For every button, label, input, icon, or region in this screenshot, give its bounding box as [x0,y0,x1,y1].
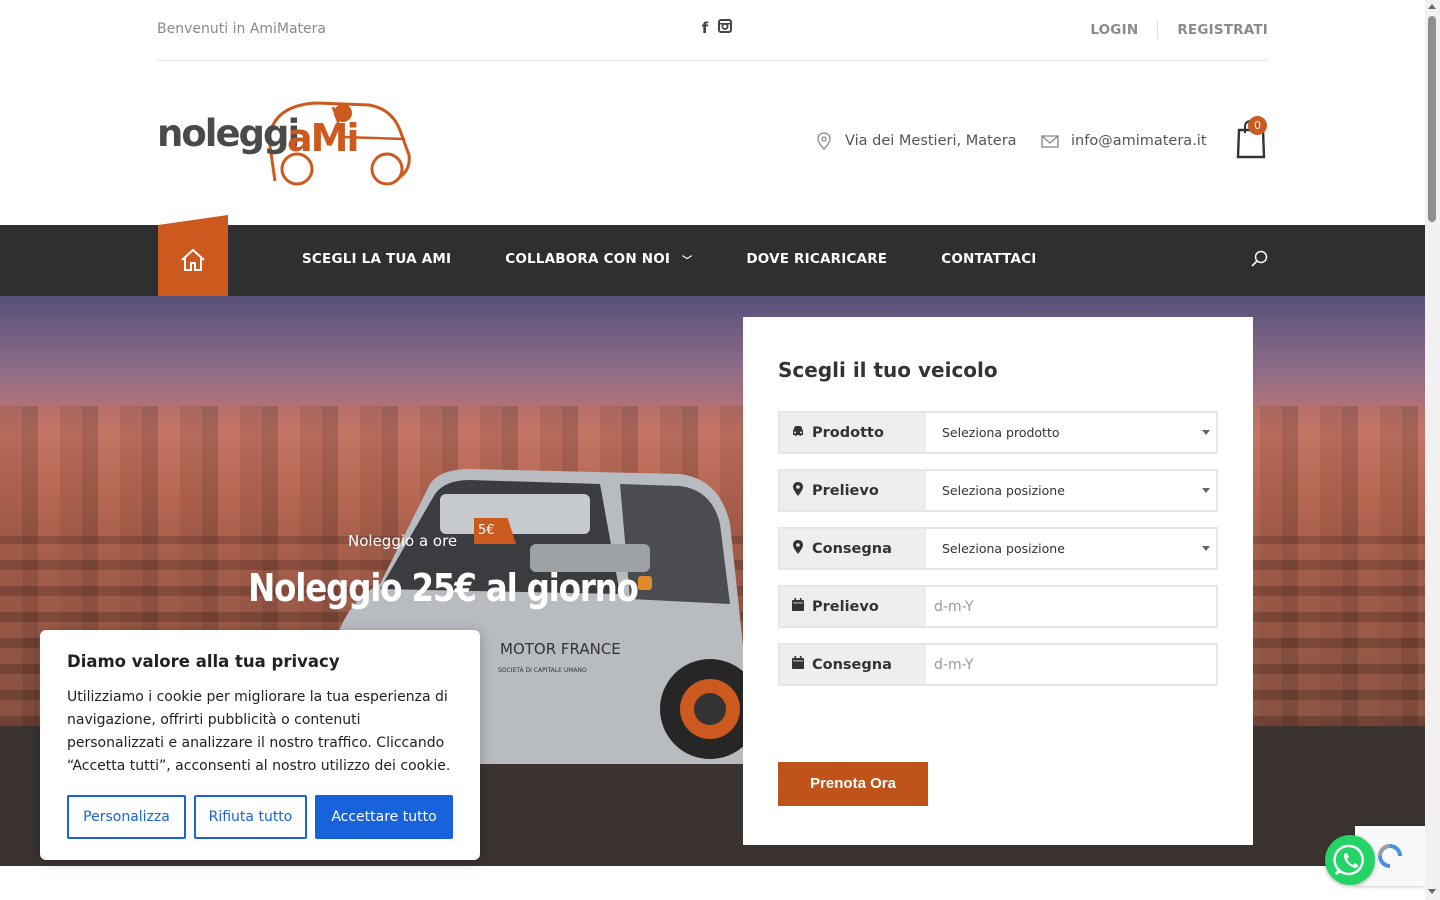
field-label: Prelievo [780,471,926,510]
home-button[interactable] [158,215,228,304]
car-brand-text: MOTOR FRANCE [500,640,621,658]
nav-item-collabora[interactable]: COLLABORA CON NOI ﹀ [505,251,692,267]
hero-subtitle: Noleggio a ore [348,532,458,550]
car-sub-text: SOCIETÀ DI CAPITALE UMANO [498,667,587,674]
divider [1157,21,1159,39]
field-label-text: Prodotto [812,424,884,441]
calendar-icon [790,598,806,615]
cookie-banner: Diamo valore alla tua privacy Utilizziam… [40,630,480,860]
field-label: Consegna [780,645,926,684]
address-text: Via dei Mestieri, Matera [845,133,1017,149]
field-label-text: Consegna [812,540,892,557]
cart-count-badge: 0 [1248,116,1267,135]
dropoff-location-select[interactable]: Seleziona posizione [926,529,1216,568]
cookie-accept-button[interactable]: Accettare tutto [315,795,453,839]
dropoff-date-field: Consegna d-m-Y [778,643,1218,686]
cookie-customize-button[interactable]: Personalizza [67,795,186,839]
booking-panel: Scegli il tuo veicolo Prodotto Seleziona… [743,317,1253,845]
dropdown-caret-icon [1202,430,1210,435]
field-label: Prodotto [780,413,926,452]
booking-title: Scegli il tuo veicolo [778,358,998,382]
address-info: Via dei Mestieri, Matera [815,132,1017,150]
site-logo[interactable]: noleggi aMi [157,99,417,189]
nav-label: DOVE RICARICARE [746,251,888,267]
nav-label: SCEGLI LA TUA AMI [302,251,452,267]
field-label: Prelievo [780,587,926,626]
field-label: Consegna [780,529,926,568]
pickup-location-field: Prelievo Seleziona posizione [778,469,1218,512]
cookie-title: Diamo valore alla tua privacy [67,652,340,671]
page-scrollbar[interactable] [1425,0,1440,900]
facebook-icon[interactable]: f [698,19,712,37]
scroll-up-icon[interactable] [1428,4,1436,9]
logo-accent-text: aMi [287,116,357,160]
map-marker-icon [790,539,806,558]
scroll-down-icon[interactable] [1428,889,1436,894]
search-icon [1251,250,1268,267]
social-links: f [698,19,732,37]
instagram-icon[interactable] [718,19,732,37]
chevron-down-icon: ﹀ [682,255,693,267]
login-link[interactable]: LOGIN [1090,22,1138,38]
nav-item-contattaci[interactable]: CONTATTACI [941,251,1036,267]
whatsapp-icon [1333,844,1364,876]
email-link[interactable]: info@amimatera.it [1071,133,1207,149]
search-button[interactable] [1250,249,1270,269]
select-value: Seleziona posizione [942,541,1065,556]
nav-label: CONTATTACI [941,251,1037,267]
field-label-text: Prelievo [812,482,879,499]
field-label-text: Consegna [812,656,892,673]
nav-item-scegli[interactable]: SCEGLI LA TUA AMI [302,251,451,267]
map-pin-icon [815,132,833,150]
top-bar: Benvenuti in AmiMatera f LOGIN REGISTRAT… [157,0,1268,61]
register-link[interactable]: REGISTRATI [1177,22,1268,38]
select-value: Seleziona posizione [942,483,1065,498]
logo-text: noleggi [157,112,298,155]
calendar-icon [790,656,806,673]
product-select[interactable]: Seleziona prodotto [926,413,1216,452]
scrollbar-thumb[interactable] [1428,16,1436,222]
product-field: Prodotto Seleziona prodotto [778,411,1218,454]
nav-menu: SCEGLI LA TUA AMI COLLABORA CON NOI ﹀ DOV… [302,251,1091,267]
pickup-date-input[interactable]: d-m-Y [926,587,1216,626]
welcome-text: Benvenuti in AmiMatera [157,21,326,37]
book-now-button[interactable]: Prenota Ora [778,762,928,806]
nav-label: COLLABORA CON NOI [505,251,671,267]
select-value: Seleziona prodotto [942,425,1060,440]
dropdown-caret-icon [1202,546,1210,551]
pickup-location-select[interactable]: Seleziona posizione [926,471,1216,510]
dropdown-caret-icon [1202,488,1210,493]
account-links: LOGIN REGISTRATI [1090,21,1268,39]
cookie-reject-button[interactable]: Rifiuta tutto [194,795,307,839]
dropoff-date-input[interactable]: d-m-Y [926,645,1216,684]
dropoff-location-field: Consegna Seleziona posizione [778,527,1218,570]
home-icon [181,248,205,271]
field-label-text: Prelievo [812,598,879,615]
cookie-text: Utilizziamo i cookie per migliorare la t… [67,689,451,774]
hero-title: Noleggio 25€ al giorno [248,566,639,610]
envelope-icon [1041,132,1059,150]
pickup-date-field: Prelievo d-m-Y [778,585,1218,628]
car-icon [790,425,806,441]
map-marker-icon [790,481,806,500]
nav-item-ricaricare[interactable]: DOVE RICARICARE [746,251,887,267]
whatsapp-button[interactable] [1325,835,1375,885]
email-info: info@amimatera.it [1041,132,1207,150]
